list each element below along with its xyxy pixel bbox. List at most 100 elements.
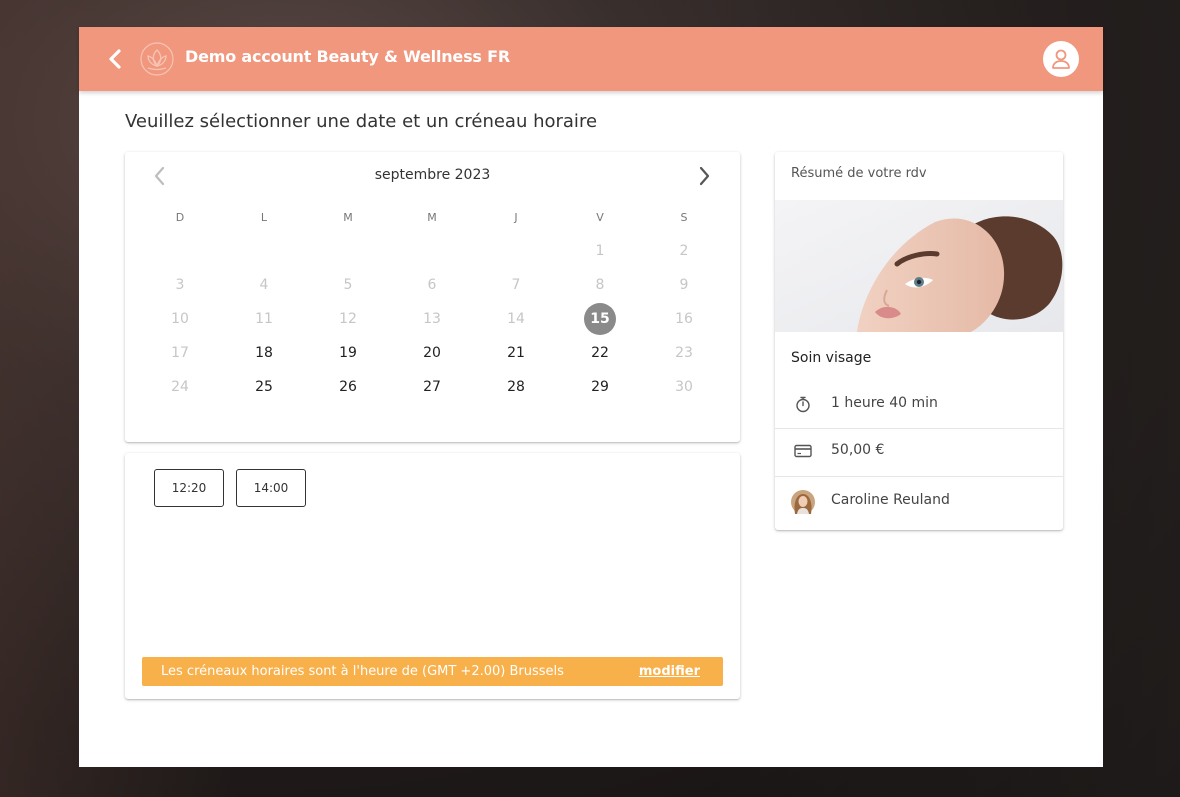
credit-card-icon [794, 444, 812, 458]
day-number: 4 [259, 277, 269, 293]
calendar-month-label: septembre 2023 [374, 167, 491, 183]
day-number: 27 [423, 379, 441, 395]
calendar-day[interactable]: 29 [558, 370, 642, 404]
day-number: 2 [679, 243, 689, 259]
modify-timezone-link[interactable]: modifier [639, 664, 700, 679]
calendar-day[interactable]: 22 [558, 336, 642, 370]
calendar-day: 11 [222, 302, 306, 336]
calendar-day: 7 [474, 268, 558, 302]
calendar-day: 3 [138, 268, 222, 302]
calendar-day[interactable]: 28 [474, 370, 558, 404]
staff-row: Caroline Reuland [775, 477, 1063, 525]
timeslot-button[interactable]: 14:00 [236, 469, 306, 507]
calendar-day[interactable]: 25 [222, 370, 306, 404]
calendar-day: 23 [642, 336, 726, 370]
day-number: 17 [171, 345, 189, 361]
weekday-label: S [680, 210, 688, 224]
day-number: 12 [339, 311, 357, 327]
day-number: 30 [675, 379, 693, 395]
day-number: 1 [595, 243, 605, 259]
avatar [791, 490, 815, 514]
calendar-day: 1 [558, 234, 642, 268]
day-number: 11 [255, 311, 273, 327]
weekday-label: V [596, 210, 604, 224]
day-number: 26 [339, 379, 357, 395]
calendar-empty-cell [474, 234, 558, 268]
day-number: 8 [595, 277, 605, 293]
calendar-empty-cell [222, 234, 306, 268]
calendar-day[interactable]: 20 [390, 336, 474, 370]
timeslots-card: 12:20 14:00 Les créneaux horaires sont à… [125, 453, 740, 699]
timezone-banner: Les créneaux horaires sont à l'heure de … [142, 657, 723, 686]
price-row: 50,00 € [775, 427, 1063, 475]
weekday-label: M [427, 210, 437, 224]
calendar-day[interactable]: 19 [306, 336, 390, 370]
day-number: 7 [511, 277, 521, 293]
day-number: 18 [255, 345, 273, 361]
timeslot-button[interactable]: 12:20 [154, 469, 224, 507]
duration-row: 1 heure 40 min [775, 380, 1063, 428]
calendar-day[interactable]: 27 [390, 370, 474, 404]
calendar-day: 16 [642, 302, 726, 336]
stopwatch-icon [796, 396, 810, 413]
calendar-grid: D L M M J V S 1 2 3 4 5 6 7 8 9 10 11 12 13 14 15 16 17 18 19 20 21… [138, 200, 726, 404]
weekday-label: J [514, 210, 518, 224]
calendar-day[interactable]: 21 [474, 336, 558, 370]
calendar-day: 8 [558, 268, 642, 302]
day-number: 21 [507, 345, 525, 361]
duration-text: 1 heure 40 min [831, 395, 938, 411]
app-title: Demo account Beauty & Wellness FR [185, 47, 510, 66]
calendar-day: 6 [390, 268, 474, 302]
calendar-day[interactable]: 18 [222, 336, 306, 370]
chevron-right-icon [699, 166, 710, 186]
calendar-day: 9 [642, 268, 726, 302]
price-text: 50,00 € [831, 442, 885, 458]
weekday-label: M [343, 210, 353, 224]
day-number: 28 [507, 379, 525, 395]
page-title: Veuillez sélectionner une date et un cré… [125, 111, 598, 132]
calendar-day: 10 [138, 302, 222, 336]
calendar-empty-cell [390, 234, 474, 268]
back-button[interactable] [103, 45, 129, 73]
chevron-left-icon [109, 49, 121, 69]
calendar-day: 12 [306, 302, 390, 336]
day-number: 6 [427, 277, 437, 293]
calendar-day: 14 [474, 302, 558, 336]
day-number: 9 [679, 277, 689, 293]
calendar-card: septembre 2023 D L M M J V S 1 2 3 4 5 6 7 8 9 10 11 12 13 1… [125, 152, 740, 442]
service-name: Soin visage [791, 350, 872, 366]
calendar-day[interactable]: 26 [306, 370, 390, 404]
day-number: 3 [175, 277, 185, 293]
calendar-day: 5 [306, 268, 390, 302]
day-number: 13 [423, 311, 441, 327]
calendar-day: 17 [138, 336, 222, 370]
day-number: 5 [343, 277, 353, 293]
lotus-logo-icon [139, 41, 175, 77]
day-number: 22 [591, 345, 609, 361]
timezone-text: Les créneaux horaires sont à l'heure de … [161, 664, 564, 679]
day-number: 25 [255, 379, 273, 395]
day-number: 10 [171, 311, 189, 327]
user-icon [1052, 49, 1070, 69]
calendar-day-selected[interactable]: 15 [558, 302, 642, 336]
calendar-day: 13 [390, 302, 474, 336]
day-number: 19 [339, 345, 357, 361]
weekday-label: L [260, 210, 268, 224]
weekday-label: D [175, 210, 185, 224]
staff-name: Caroline Reuland [831, 492, 950, 508]
day-number: 15 [584, 303, 616, 335]
day-number: 16 [675, 311, 693, 327]
calendar-empty-cell [138, 234, 222, 268]
day-number: 20 [423, 345, 441, 361]
appointment-summary-card: Résumé de votre rdv Soin visage 1 heure … [775, 152, 1063, 530]
calendar-empty-cell [306, 234, 390, 268]
calendar-day: 24 [138, 370, 222, 404]
calendar-day: 4 [222, 268, 306, 302]
next-month-button[interactable] [693, 164, 715, 188]
calendar-day: 2 [642, 234, 726, 268]
summary-title: Résumé de votre rdv [791, 166, 927, 181]
booking-panel: Demo account Beauty & Wellness FR Veuill… [79, 27, 1103, 767]
day-number: 24 [171, 379, 189, 395]
user-account-button[interactable] [1043, 41, 1079, 77]
day-number: 29 [591, 379, 609, 395]
